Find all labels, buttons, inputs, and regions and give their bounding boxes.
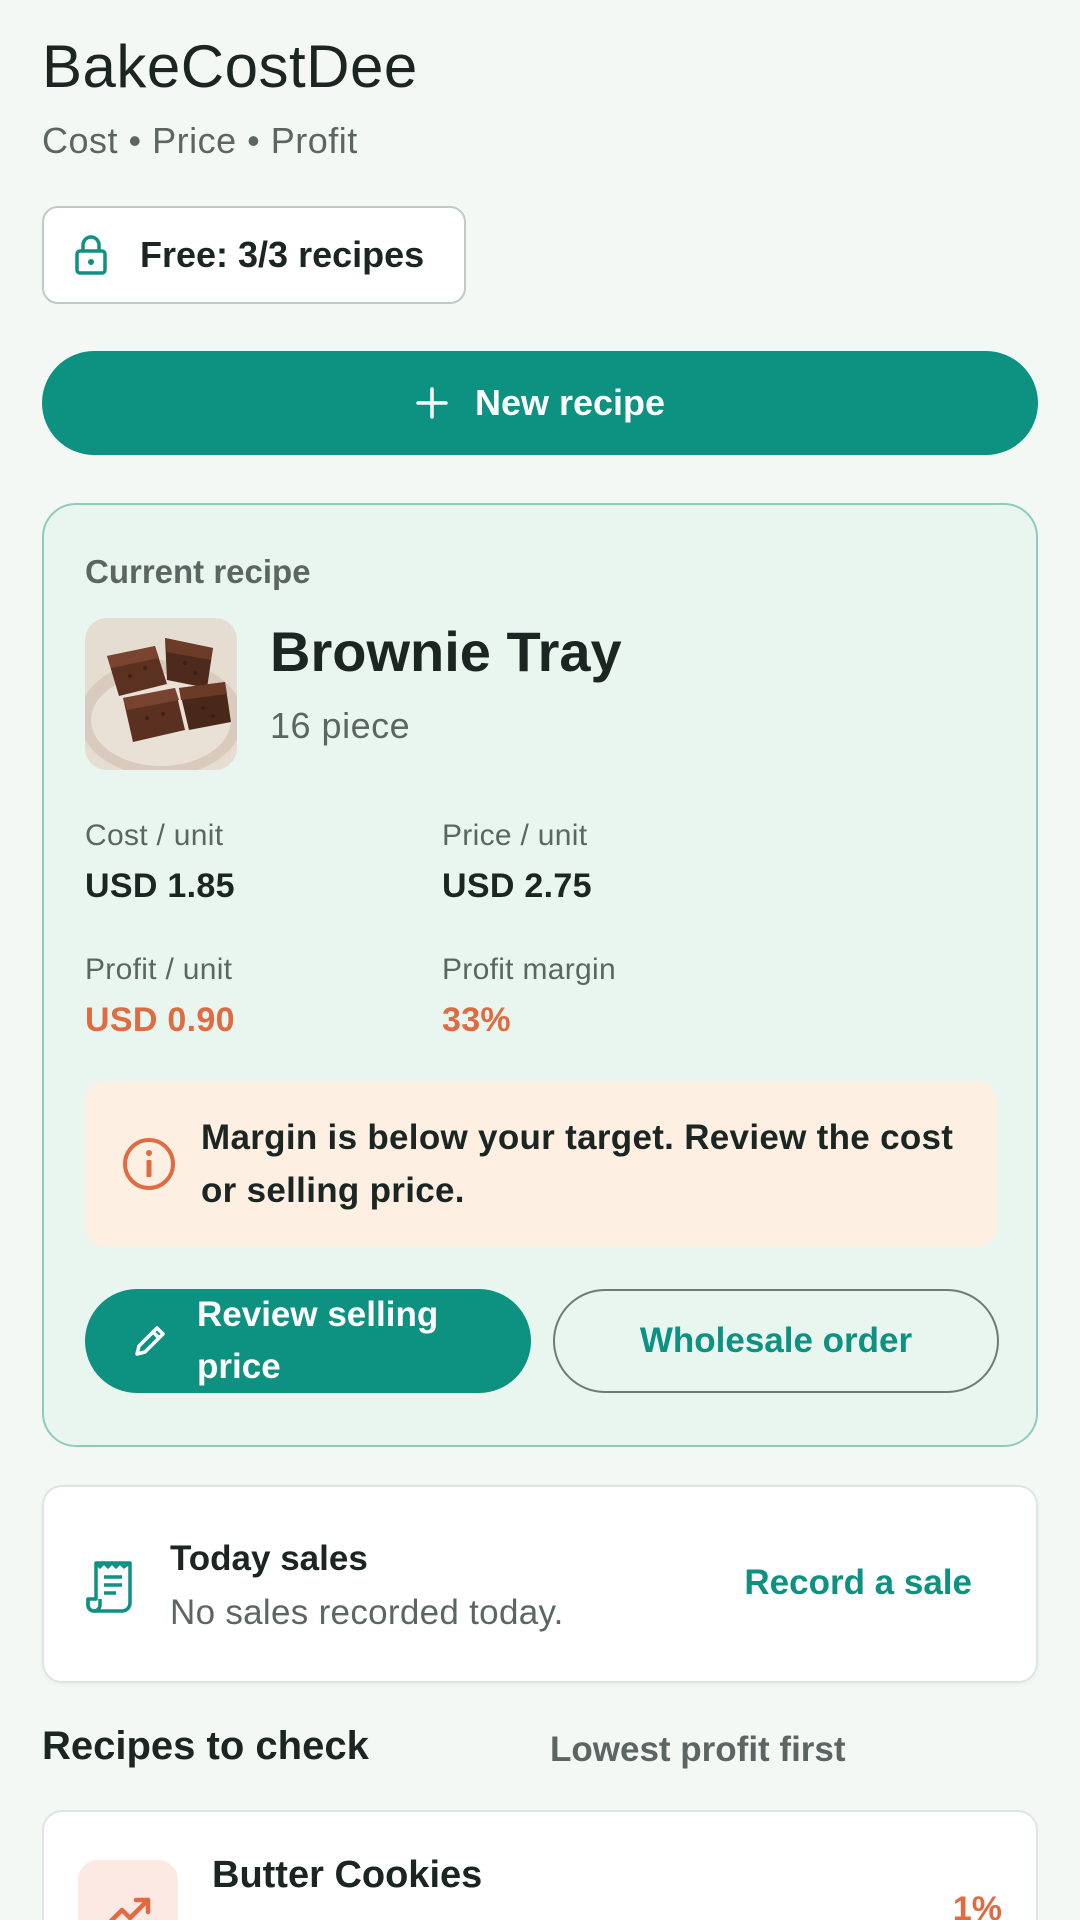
app-subtitle: Cost • Price • Profit: [42, 120, 358, 161]
margin-warning: Margin is below your target. Review the …: [85, 1081, 997, 1247]
price-label: Price / unit: [442, 819, 588, 852]
plus-icon: [416, 387, 448, 419]
recipe-thumbnail: [85, 618, 237, 770]
new-recipe-button[interactable]: New recipe: [42, 351, 1038, 455]
today-sales-description: No sales recorded today.: [170, 1593, 564, 1632]
info-icon: [123, 1138, 175, 1190]
cost-value: USD 1.85: [85, 867, 235, 905]
margin-warning-text: Margin is below your target. Review the …: [201, 1118, 954, 1210]
app-title: BakeCostDee: [42, 33, 418, 100]
cost-per-unit: Cost / unit USD 1.85: [85, 819, 235, 906]
recipe-name: Brownie Tray: [270, 620, 622, 683]
plan-chip-label: Free: 3/3 recipes: [140, 234, 425, 275]
recipes-to-check-title: Recipes to check: [42, 1724, 369, 1768]
price-per-unit: Price / unit USD 2.75: [442, 819, 592, 906]
pencil-icon: [135, 1326, 165, 1356]
review-selling-price-label: Review selling price: [197, 1295, 439, 1386]
profit-margin: Profit margin 33%: [442, 953, 616, 1040]
profit-per-unit: Profit / unit USD 0.90: [85, 953, 235, 1040]
today-sales-card: Today sales No sales recorded today. Rec…: [42, 1485, 1038, 1683]
profit-label: Profit / unit: [85, 953, 233, 986]
review-selling-price-button[interactable]: Review selling price: [85, 1289, 531, 1393]
plan-chip[interactable]: Free: 3/3 recipes: [42, 206, 466, 304]
wholesale-order-button[interactable]: Wholesale order: [553, 1289, 999, 1393]
lock-icon: [75, 235, 107, 275]
list-item-name: Butter Cookies: [212, 1854, 483, 1896]
recipe-yield: 16 piece: [270, 705, 411, 746]
current-recipe-card: Current recipe Brownie Tray 16 piece Cos…: [42, 503, 1038, 1447]
sort-selector[interactable]: Lowest profit first: [550, 1730, 846, 1770]
profit-value: USD 0.90: [85, 1001, 235, 1039]
trending-up-icon: [78, 1860, 178, 1920]
margin-label: Profit margin: [442, 953, 616, 986]
current-recipe-eyebrow: Current recipe: [85, 553, 311, 590]
list-item[interactable]: Butter Cookies 1%: [42, 1810, 1038, 1920]
price-value: USD 2.75: [442, 867, 592, 905]
new-recipe-label: New recipe: [474, 382, 666, 423]
margin-value: 33%: [442, 1001, 511, 1039]
today-sales-title: Today sales: [170, 1539, 368, 1578]
cost-label: Cost / unit: [85, 819, 224, 852]
receipt-icon: [86, 1560, 132, 1613]
record-sale-button[interactable]: Record a sale: [744, 1563, 972, 1603]
list-item-margin: 1%: [952, 1890, 1002, 1920]
